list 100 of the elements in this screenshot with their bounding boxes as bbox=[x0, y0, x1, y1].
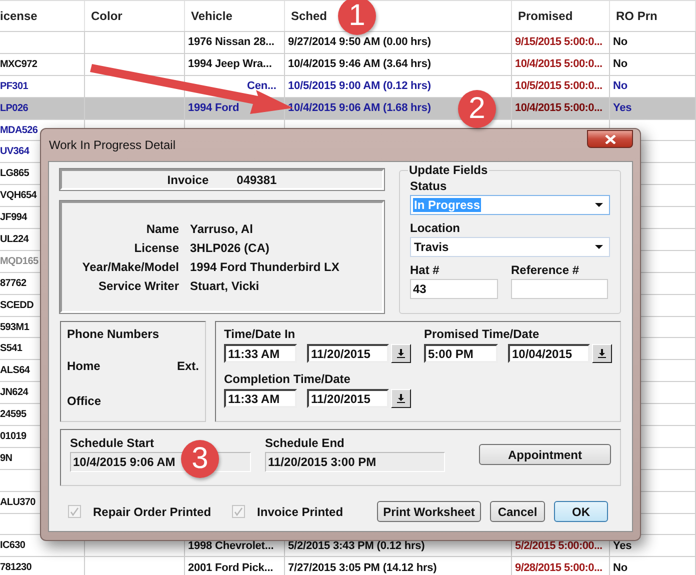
arrow-down-icon bbox=[397, 394, 405, 403]
field-label: Completion Time/Date bbox=[224, 372, 352, 386]
field-value: Stuart, Vicki bbox=[190, 278, 260, 292]
step-badge: 1 bbox=[338, 0, 376, 35]
date-picker-button[interactable] bbox=[391, 389, 411, 408]
table-cell: 781230 bbox=[0, 562, 32, 574]
schedule-end-field: 11/20/2015 3:00 PM bbox=[265, 452, 445, 472]
table-cell: 7/27/2015 3:05 PM (14.12 hrs) bbox=[288, 562, 437, 574]
table-cell: 593M1 bbox=[0, 322, 30, 333]
group-title: Phone Numbers bbox=[67, 327, 160, 341]
table-cell: 1994 Ford bbox=[188, 102, 240, 114]
table-row[interactable]: MXC972 1994 Jeep Wra... 10/4/2015 9:46 AM (3.64 hrs) 10/4/2015 5:00:0... No bbox=[0, 54, 696, 76]
table-cell: JN624 bbox=[0, 387, 28, 398]
arrow-down-icon bbox=[598, 349, 606, 358]
table-cell: No bbox=[613, 58, 628, 70]
table-cell: 5/2/2015 5:00:00... bbox=[515, 540, 602, 552]
window-title: Work In Progress Detail bbox=[48, 138, 176, 152]
close-button[interactable] bbox=[587, 130, 633, 148]
table-cell: 10/5/2015 9:00 AM (0.12 hrs) bbox=[288, 80, 431, 92]
date-field[interactable]: 11/20/2015 bbox=[307, 344, 389, 363]
table-cell: 1998 Chevrolet... bbox=[188, 540, 274, 552]
field-label: Promised Time/Date bbox=[424, 327, 540, 341]
time-field[interactable]: 11:33 AM bbox=[224, 344, 297, 363]
table-cell: No bbox=[613, 80, 628, 92]
date-field[interactable]: 10/04/2015 bbox=[508, 344, 590, 363]
column-header[interactable]: Color bbox=[85, 1, 185, 31]
table-cell: SCEDD bbox=[0, 300, 34, 311]
table-cell: 87762 bbox=[0, 278, 26, 289]
date-field[interactable]: 11/20/2015 bbox=[307, 389, 389, 408]
invoice-label: Invoice bbox=[167, 172, 209, 186]
table-cell: No bbox=[613, 562, 628, 574]
field-label: Name bbox=[145, 222, 179, 236]
time-field[interactable]: 5:00 PM bbox=[424, 344, 498, 363]
table-cell: 5/2/2015 3:43 PM (0.12 hrs) bbox=[288, 540, 425, 552]
field-value: Yarruso, Al bbox=[190, 222, 254, 236]
field-label: License bbox=[133, 240, 179, 254]
table-cell: ALU370 bbox=[0, 496, 36, 508]
table-cell: 10/4/2015 9:06 AM (1.68 hrs) bbox=[288, 102, 431, 114]
table-cell: 1976 Nissan 28... bbox=[188, 36, 274, 48]
table-cell: JF994 bbox=[0, 212, 27, 224]
field-label: Home bbox=[67, 359, 102, 373]
field-label: Status bbox=[410, 179, 448, 193]
table-row[interactable]: 781230 2001 Ford Pick... 7/27/2015 3:05 PM (14.12 hrs) 9/28/2015 5:00:0... No bbox=[0, 557, 696, 575]
field-value: 1994 Ford Thunderbird LX bbox=[190, 260, 340, 274]
table-cell: Yes bbox=[613, 540, 632, 552]
dialog-button[interactable]: Cancel bbox=[490, 501, 545, 522]
field-label: Schedule Start bbox=[70, 436, 156, 450]
time-field[interactable]: 11:33 AM bbox=[224, 389, 297, 408]
field-label: Time/Date In bbox=[224, 327, 296, 341]
dialog-button[interactable]: OK bbox=[554, 501, 608, 522]
invoice-number: 049381 bbox=[236, 172, 277, 186]
field-label: Reference # bbox=[511, 263, 580, 277]
table-cell: PF301 bbox=[0, 80, 28, 92]
table-cell: IC630 bbox=[0, 540, 26, 552]
table-cell: 10/4/2015 5:00:0... bbox=[515, 102, 602, 114]
field-label: Location bbox=[410, 221, 461, 235]
table-cell: 9/15/2015 5:00:0... bbox=[515, 36, 602, 48]
field-label: Office bbox=[67, 394, 102, 408]
column-header[interactable]: RO Prn bbox=[610, 1, 696, 31]
field-label: Hat # bbox=[410, 263, 440, 277]
appointment-button[interactable]: Appointment bbox=[479, 444, 611, 465]
field-label: Service Writer bbox=[98, 278, 179, 292]
table-cell: Cen... bbox=[247, 80, 276, 92]
table-cell: MQD165 bbox=[0, 256, 38, 267]
table-row[interactable]: 1976 Nissan 28... 9/27/2014 9:50 AM (0.00 hrs) 9/15/2015 5:00:0... No bbox=[0, 32, 696, 54]
table-cell: Yes bbox=[613, 102, 632, 114]
table-cell: 10/4/2015 5:00:0... bbox=[515, 58, 602, 70]
date-picker-button[interactable] bbox=[592, 344, 612, 363]
table-cell: UV364 bbox=[0, 146, 30, 158]
table-cell: LG865 bbox=[0, 168, 30, 180]
table-cell: 01019 bbox=[0, 430, 26, 442]
table-cell: 9N bbox=[0, 452, 12, 464]
dialog-button[interactable]: Print Worksheet bbox=[377, 501, 481, 522]
table-cell: LP026 bbox=[0, 102, 28, 114]
table-cell: VQH654 bbox=[0, 190, 37, 202]
column-header[interactable]: Promised bbox=[512, 1, 610, 31]
location-dropdown[interactable]: Travis bbox=[410, 237, 610, 257]
table-cell: 9/27/2014 9:50 AM (0.00 hrs) bbox=[288, 36, 431, 48]
field-value: 3HLP026 (CA) bbox=[190, 240, 270, 254]
table-cell: 10/5/2015 5:00:0... bbox=[515, 80, 602, 92]
table-cell: UL224 bbox=[0, 234, 29, 245]
checkmark-icon bbox=[234, 507, 244, 516]
column-header[interactable]: icense bbox=[0, 1, 85, 31]
table-cell: 10/4/2015 9:46 AM (3.64 hrs) bbox=[288, 58, 431, 70]
arrow-down-icon bbox=[397, 349, 405, 358]
table-cell: 1994 Jeep Wra... bbox=[188, 58, 272, 70]
date-picker-button[interactable] bbox=[391, 344, 411, 363]
column-header[interactable]: Vehicle bbox=[185, 1, 285, 31]
table-cell: MXC972 bbox=[0, 58, 38, 70]
table-cell: No bbox=[613, 36, 628, 48]
field-label: Schedule End bbox=[265, 436, 346, 450]
field-label: Ext. bbox=[176, 359, 199, 373]
table-cell: 24595 bbox=[0, 409, 26, 420]
group-title: Update Fields bbox=[408, 163, 489, 177]
hat-number-field[interactable]: 43 bbox=[410, 279, 498, 299]
field-label: Year/Make/Model bbox=[81, 260, 179, 274]
reference-number-field[interactable] bbox=[511, 279, 608, 299]
close-icon bbox=[604, 134, 616, 144]
table-cell: 2001 Ford Pick... bbox=[188, 562, 274, 574]
table-cell: S541 bbox=[0, 343, 22, 354]
